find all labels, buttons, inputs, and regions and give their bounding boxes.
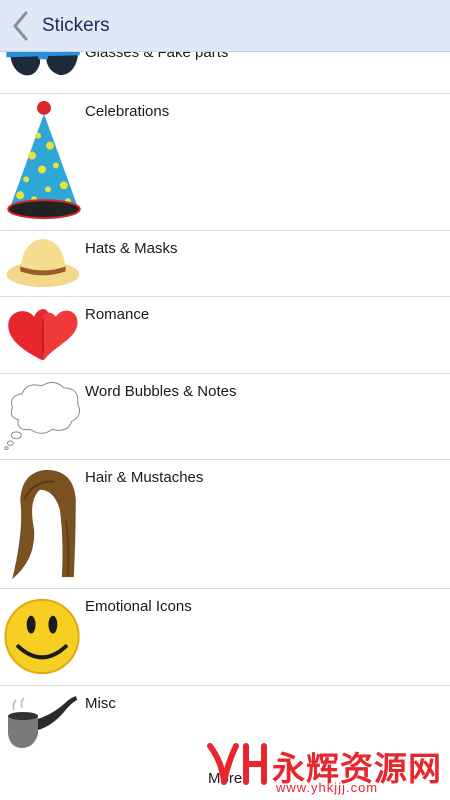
app-header: Stickers [0,0,450,52]
list-item-hair[interactable]: Hair & Mustaches [0,460,450,589]
list-item-word-bubbles[interactable]: Word Bubbles & Notes [0,374,450,460]
watermark-url: www.yhkjjj.com [276,780,379,795]
list-item-hats[interactable]: Hats & Masks [0,231,450,297]
chevron-left-icon [13,11,28,41]
back-button[interactable] [8,8,34,44]
thought-bubble-icon [4,381,81,451]
list-item-romance[interactable]: Romance [0,297,450,374]
page-title: Stickers [42,15,110,36]
list-item-label: Hats & Masks [85,240,178,257]
list-item-label: Celebrations [85,103,170,120]
party-hat-icon [7,100,81,220]
smoking-pipe-icon [8,696,77,748]
list-item-celebrations[interactable]: Celebrations [0,94,450,231]
watermark-logo [207,743,267,785]
list-item-label: Emotional Icons [85,598,192,615]
list-item-label: Word Bubbles & Notes [85,383,237,400]
list-item-emotional-icons[interactable]: Emotional Icons [0,589,450,686]
watermark: 永辉资源网 www.yhkjjj.com [198,738,450,798]
sticker-category-list: Glasses & Fake parts Celebrations Hats &… [0,0,450,800]
smiley-face-icon [4,598,80,675]
list-item-label: Hair & Mustaches [85,469,204,486]
list-item-label: Romance [85,306,150,323]
list-item-label: Misc [85,695,116,712]
straw-hat-icon [6,238,80,288]
hair-wig-icon [12,469,76,580]
hearts-icon [8,309,78,361]
